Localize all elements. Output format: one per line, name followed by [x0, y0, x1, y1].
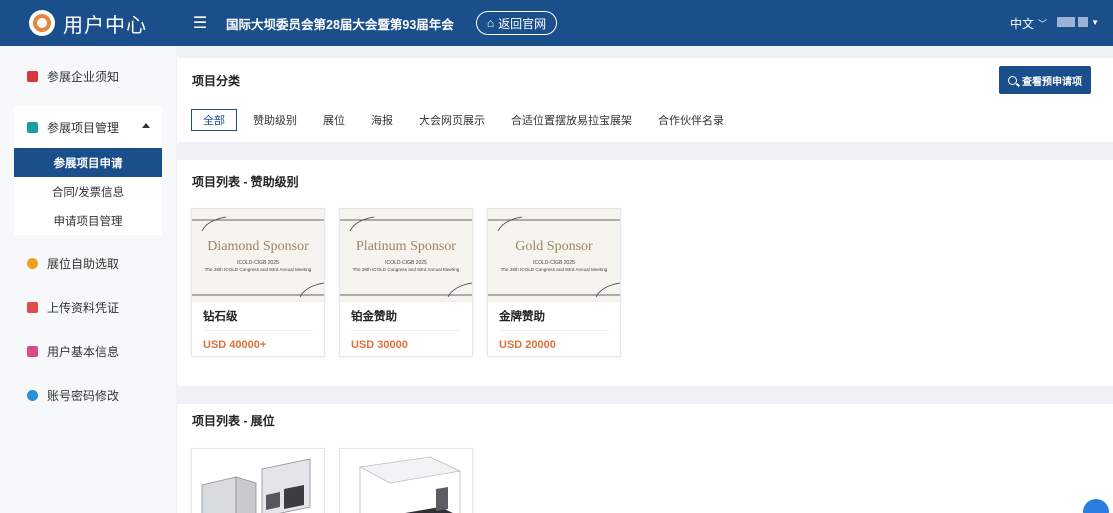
- product-price: USD 30000: [351, 339, 408, 351]
- product-card[interactable]: Platinum Sponsor ICOLD-CIGB 2025 The 28t…: [339, 208, 473, 357]
- poster-subtitle-2: The 28th ICOLD Congress and 93rd Annual …: [204, 267, 312, 272]
- lock-icon: [27, 389, 38, 401]
- sidebar-item-label: 账号密码修改: [47, 388, 120, 403]
- product-poster: Diamond Sponsor ICOLD-CIGB 2025 The 28th…: [192, 209, 324, 302]
- product-poster: Gold Sponsor ICOLD-CIGB 2025 The 28th IC…: [488, 209, 620, 302]
- booth-list-card: 项目列表 - 展位: [177, 404, 1113, 513]
- home-icon: ⌂: [486, 16, 495, 30]
- poster-title: Gold Sponsor: [515, 239, 593, 254]
- product-poster: Platinum Sponsor ICOLD-CIGB 2025 The 28t…: [340, 209, 472, 302]
- sidebar-group-project-management: 参展项目管理 参展项目申请 合同/发票信息 申请项目管理: [14, 106, 162, 235]
- category-tabs: 全部 赞助级别 展位 海报 大会网页展示 合适位置摆放易拉宝展架 合作伙伴名录: [191, 109, 750, 131]
- tab-partner-directory[interactable]: 合作伙伴名录: [658, 112, 724, 128]
- back-to-site-button[interactable]: ⌂ 返回官网: [475, 11, 558, 35]
- poster-subtitle: ICOLD-CIGB 2025: [385, 260, 427, 266]
- product-name: 钻石级: [203, 311, 238, 323]
- poster-decoration: [488, 216, 620, 298]
- sponsor-products: Diamond Sponsor ICOLD-CIGB 2025 The 28th…: [191, 208, 621, 357]
- sidebar-subitem-application-management[interactable]: 申请项目管理: [14, 206, 162, 235]
- sidebar-item-label: 参展企业须知: [47, 69, 120, 84]
- tab-rollup-banner[interactable]: 合适位置摆放易拉宝展架: [511, 112, 632, 128]
- view-pre-applications-label: 查看预申请项: [1022, 76, 1082, 88]
- sponsor-list-title: 项目列表 - 赞助级别: [192, 175, 299, 189]
- product-price: USD 20000: [499, 339, 556, 351]
- booth-card[interactable]: [339, 448, 473, 513]
- poster-subtitle-2: The 28th ICOLD Congress and 93rd Annual …: [352, 267, 460, 272]
- tab-poster[interactable]: 海报: [371, 112, 393, 128]
- poster-subtitle: ICOLD-CIGB 2025: [533, 260, 575, 266]
- folder-icon: [27, 301, 38, 313]
- user-card-icon: [27, 345, 38, 357]
- tab-sponsor-level[interactable]: 赞助级别: [253, 112, 297, 128]
- notice-icon: [27, 70, 38, 82]
- sidebar: 参展企业须知 参展项目管理 参展项目申请 合同/发票信息 申请项目管理 展位自助…: [0, 46, 176, 513]
- divider: [203, 330, 313, 331]
- project-icon: [27, 121, 38, 133]
- menu-icon[interactable]: ☰: [190, 13, 210, 33]
- sidebar-item-label: 用户基本信息: [47, 344, 120, 359]
- language-select[interactable]: 中文 ﹀: [1010, 0, 1047, 46]
- category-title: 项目分类: [192, 74, 241, 88]
- tab-booth[interactable]: 展位: [323, 112, 345, 128]
- sidebar-subitem-contract-invoice[interactable]: 合同/发票信息: [14, 177, 162, 206]
- product-card[interactable]: Diamond Sponsor ICOLD-CIGB 2025 The 28th…: [191, 208, 325, 357]
- caret-up-icon: [142, 123, 150, 128]
- sidebar-item-user-info[interactable]: 用户基本信息: [0, 329, 176, 373]
- sponsor-list-card: 项目列表 - 赞助级别 Diamond Sponsor ICOLD-CIGB 2…: [177, 160, 1113, 386]
- user-menu[interactable]: ▼: [1057, 17, 1099, 27]
- sidebar-item-label: 参展项目管理: [47, 120, 120, 135]
- poster-subtitle-2: The 28th ICOLD Congress and 93rd Annual …: [500, 267, 608, 272]
- sidebar-item-booth-selection[interactable]: 展位自助选取: [0, 241, 176, 285]
- divider: [351, 330, 461, 331]
- product-card[interactable]: Gold Sponsor ICOLD-CIGB 2025 The 28th IC…: [487, 208, 621, 357]
- back-to-site-label: 返回官网: [498, 16, 547, 31]
- booth-image: [358, 456, 462, 513]
- chevron-down-icon: ﹀: [1037, 18, 1047, 29]
- booth-list-title: 项目列表 - 展位: [192, 414, 275, 428]
- top-bar: 用户中心 ☰ 国际大坝委员会第28届大会暨第93届年会 ⌂ 返回官网 中文 ﹀ …: [0, 0, 1113, 46]
- poster-decoration: [340, 216, 472, 298]
- sidebar-item-exhibitor-notice[interactable]: 参展企业须知: [0, 54, 176, 98]
- sidebar-subitem-project-application[interactable]: 参展项目申请: [14, 148, 162, 177]
- poster-title: Platinum Sponsor: [356, 239, 456, 254]
- brand[interactable]: 用户中心: [0, 0, 176, 46]
- caret-down-icon: ▼: [1091, 17, 1099, 27]
- sidebar-item-upload-documents[interactable]: 上传资料凭证: [0, 285, 176, 329]
- user-avatar-icon: [1057, 17, 1076, 27]
- sidebar-item-password[interactable]: 账号密码修改: [0, 373, 176, 417]
- booth-icon: [27, 257, 38, 269]
- sidebar-item-label: 展位自助选取: [47, 256, 120, 271]
- product-name: 金牌赞助: [499, 311, 545, 323]
- product-name: 铂金赞助: [351, 311, 397, 323]
- user-name-placeholder: [1078, 17, 1089, 27]
- booth-image: [201, 458, 311, 513]
- users-logo-icon: [29, 10, 55, 36]
- product-price: USD 40000+: [203, 339, 267, 351]
- language-label: 中文: [1009, 16, 1034, 31]
- booth-products: [191, 448, 473, 513]
- search-icon: [1008, 75, 1017, 85]
- poster-subtitle: ICOLD-CIGB 2025: [237, 260, 279, 266]
- view-pre-applications-button[interactable]: 查看预申请项: [999, 66, 1091, 94]
- poster-decoration: [192, 216, 324, 298]
- category-card: 项目分类 查看预申请项 全部 赞助级别 展位 海报 大会网页展示 合适位置摆放易…: [177, 58, 1113, 142]
- sidebar-item-label: 上传资料凭证: [47, 300, 120, 315]
- divider: [499, 330, 609, 331]
- booth-card[interactable]: [191, 448, 325, 513]
- brand-title: 用户中心: [63, 14, 147, 37]
- tab-all[interactable]: 全部: [191, 109, 237, 131]
- poster-title: Diamond Sponsor: [207, 239, 309, 254]
- tab-web-display[interactable]: 大会网页展示: [419, 112, 485, 128]
- sidebar-item-project-management[interactable]: 参展项目管理: [14, 106, 162, 148]
- conference-title: 国际大坝委员会第28届大会暨第93届年会: [226, 17, 454, 32]
